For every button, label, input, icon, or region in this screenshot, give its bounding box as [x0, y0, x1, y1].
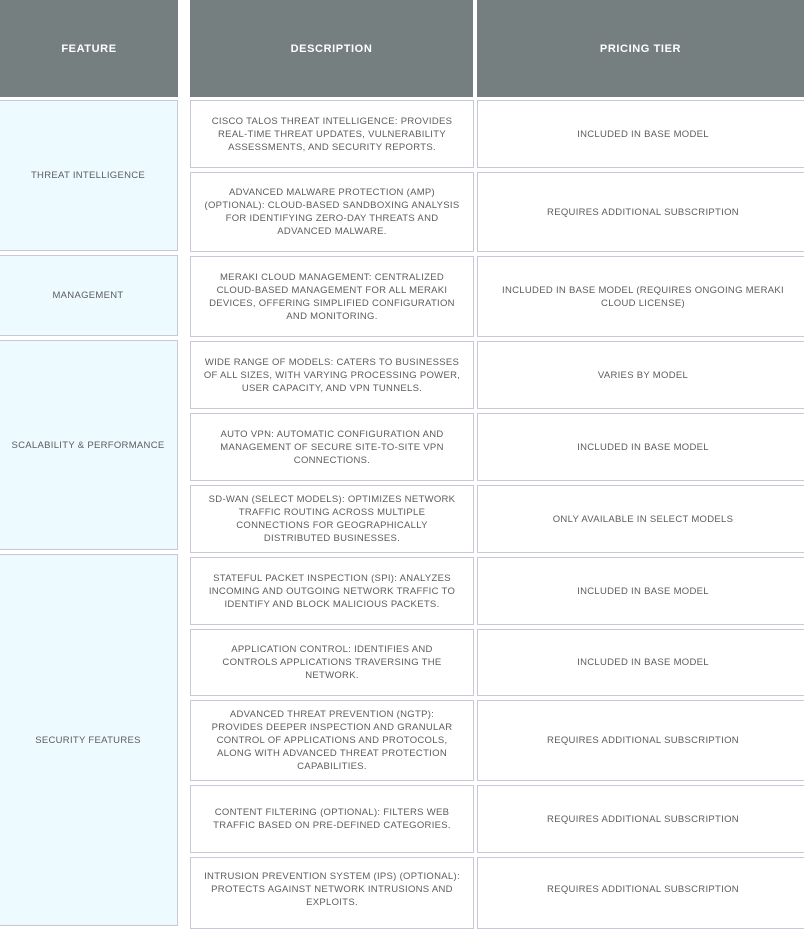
header-pricing-tier: PRICING TIER [477, 0, 804, 97]
description-cell: CONTENT FILTERING (OPTIONAL): FILTERS WE… [190, 785, 474, 853]
description-cell: APPLICATION CONTROL: IDENTIFIES AND CONT… [190, 629, 474, 696]
feature-cell-security-features: SECURITY FEATURES [0, 554, 178, 926]
pricing-cell: INCLUDED IN BASE MODEL [477, 557, 804, 625]
pricing-cell: REQUIRES ADDITIONAL SUBSCRIPTION [477, 172, 804, 252]
feature-cell-management: MANAGEMENT [0, 255, 178, 336]
pricing-cell: VARIES BY MODEL [477, 341, 804, 409]
description-cell: AUTO VPN: AUTOMATIC CONFIGURATION AND MA… [190, 413, 474, 481]
feature-cell-scalability-performance: SCALABILITY & PERFORMANCE [0, 340, 178, 550]
description-cell: ADVANCED MALWARE PROTECTION (AMP) (OPTIO… [190, 172, 474, 252]
description-cell: ADVANCED THREAT PREVENTION (NGTP): PROVI… [190, 700, 474, 781]
description-cell: INTRUSION PREVENTION SYSTEM (IPS) (OPTIO… [190, 857, 474, 929]
description-cell: MERAKI CLOUD MANAGEMENT: CENTRALIZED CLO… [190, 256, 474, 337]
description-cell: SD-WAN (SELECT MODELS): OPTIMIZES NETWOR… [190, 485, 474, 553]
description-cell: WIDE RANGE OF MODELS: CATERS TO BUSINESS… [190, 341, 474, 409]
pricing-cell: REQUIRES ADDITIONAL SUBSCRIPTION [477, 857, 804, 929]
description-cell: STATEFUL PACKET INSPECTION (SPI): ANALYZ… [190, 557, 474, 625]
feature-cell-threat-intelligence: THREAT INTELLIGENCE [0, 100, 178, 251]
header-description: DESCRIPTION [190, 0, 473, 97]
pricing-cell: ONLY AVAILABLE IN SELECT MODELS [477, 485, 804, 553]
pricing-cell: INCLUDED IN BASE MODEL [477, 100, 804, 168]
pricing-cell: REQUIRES ADDITIONAL SUBSCRIPTION [477, 700, 804, 781]
description-cell: CISCO TALOS THREAT INTELLIGENCE: PROVIDE… [190, 100, 474, 168]
pricing-cell: INCLUDED IN BASE MODEL [477, 629, 804, 696]
pricing-cell: INCLUDED IN BASE MODEL (REQUIRES ONGOING… [477, 256, 804, 337]
pricing-cell: REQUIRES ADDITIONAL SUBSCRIPTION [477, 785, 804, 853]
pricing-cell: INCLUDED IN BASE MODEL [477, 413, 804, 481]
header-feature: FEATURE [0, 0, 178, 97]
